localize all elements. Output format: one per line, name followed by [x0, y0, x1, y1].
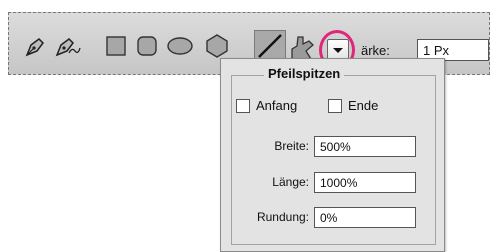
freeform-pen-tool-icon[interactable] — [53, 33, 81, 59]
rectangle-tool-icon[interactable] — [106, 36, 126, 56]
length-input[interactable]: 1000% — [314, 172, 416, 193]
length-label: Länge: — [272, 175, 309, 189]
rounded-rectangle-tool-icon[interactable] — [137, 36, 157, 56]
arrowheads-options-panel: Pfeilspitzen Anfang Ende Breite: 500% Lä… — [220, 58, 445, 252]
pen-tool-icon[interactable] — [23, 33, 49, 59]
staerke-label: ärke: — [361, 43, 390, 58]
concavity-input[interactable]: 0% — [314, 207, 416, 228]
polygon-tool-icon[interactable] — [205, 34, 229, 58]
ellipse-tool-icon[interactable] — [167, 37, 193, 55]
width-input[interactable]: 500% — [314, 136, 416, 157]
end-label: Ende — [348, 98, 379, 113]
custom-shape-tool-icon[interactable] — [289, 33, 319, 61]
width-label: Breite: — [274, 139, 309, 153]
start-checkbox[interactable] — [236, 99, 250, 113]
end-checkbox[interactable] — [328, 99, 342, 113]
arrowheads-title: Pfeilspitzen — [264, 66, 345, 81]
concavity-label: Rundung: — [256, 210, 309, 224]
start-label: Anfang — [256, 98, 298, 113]
